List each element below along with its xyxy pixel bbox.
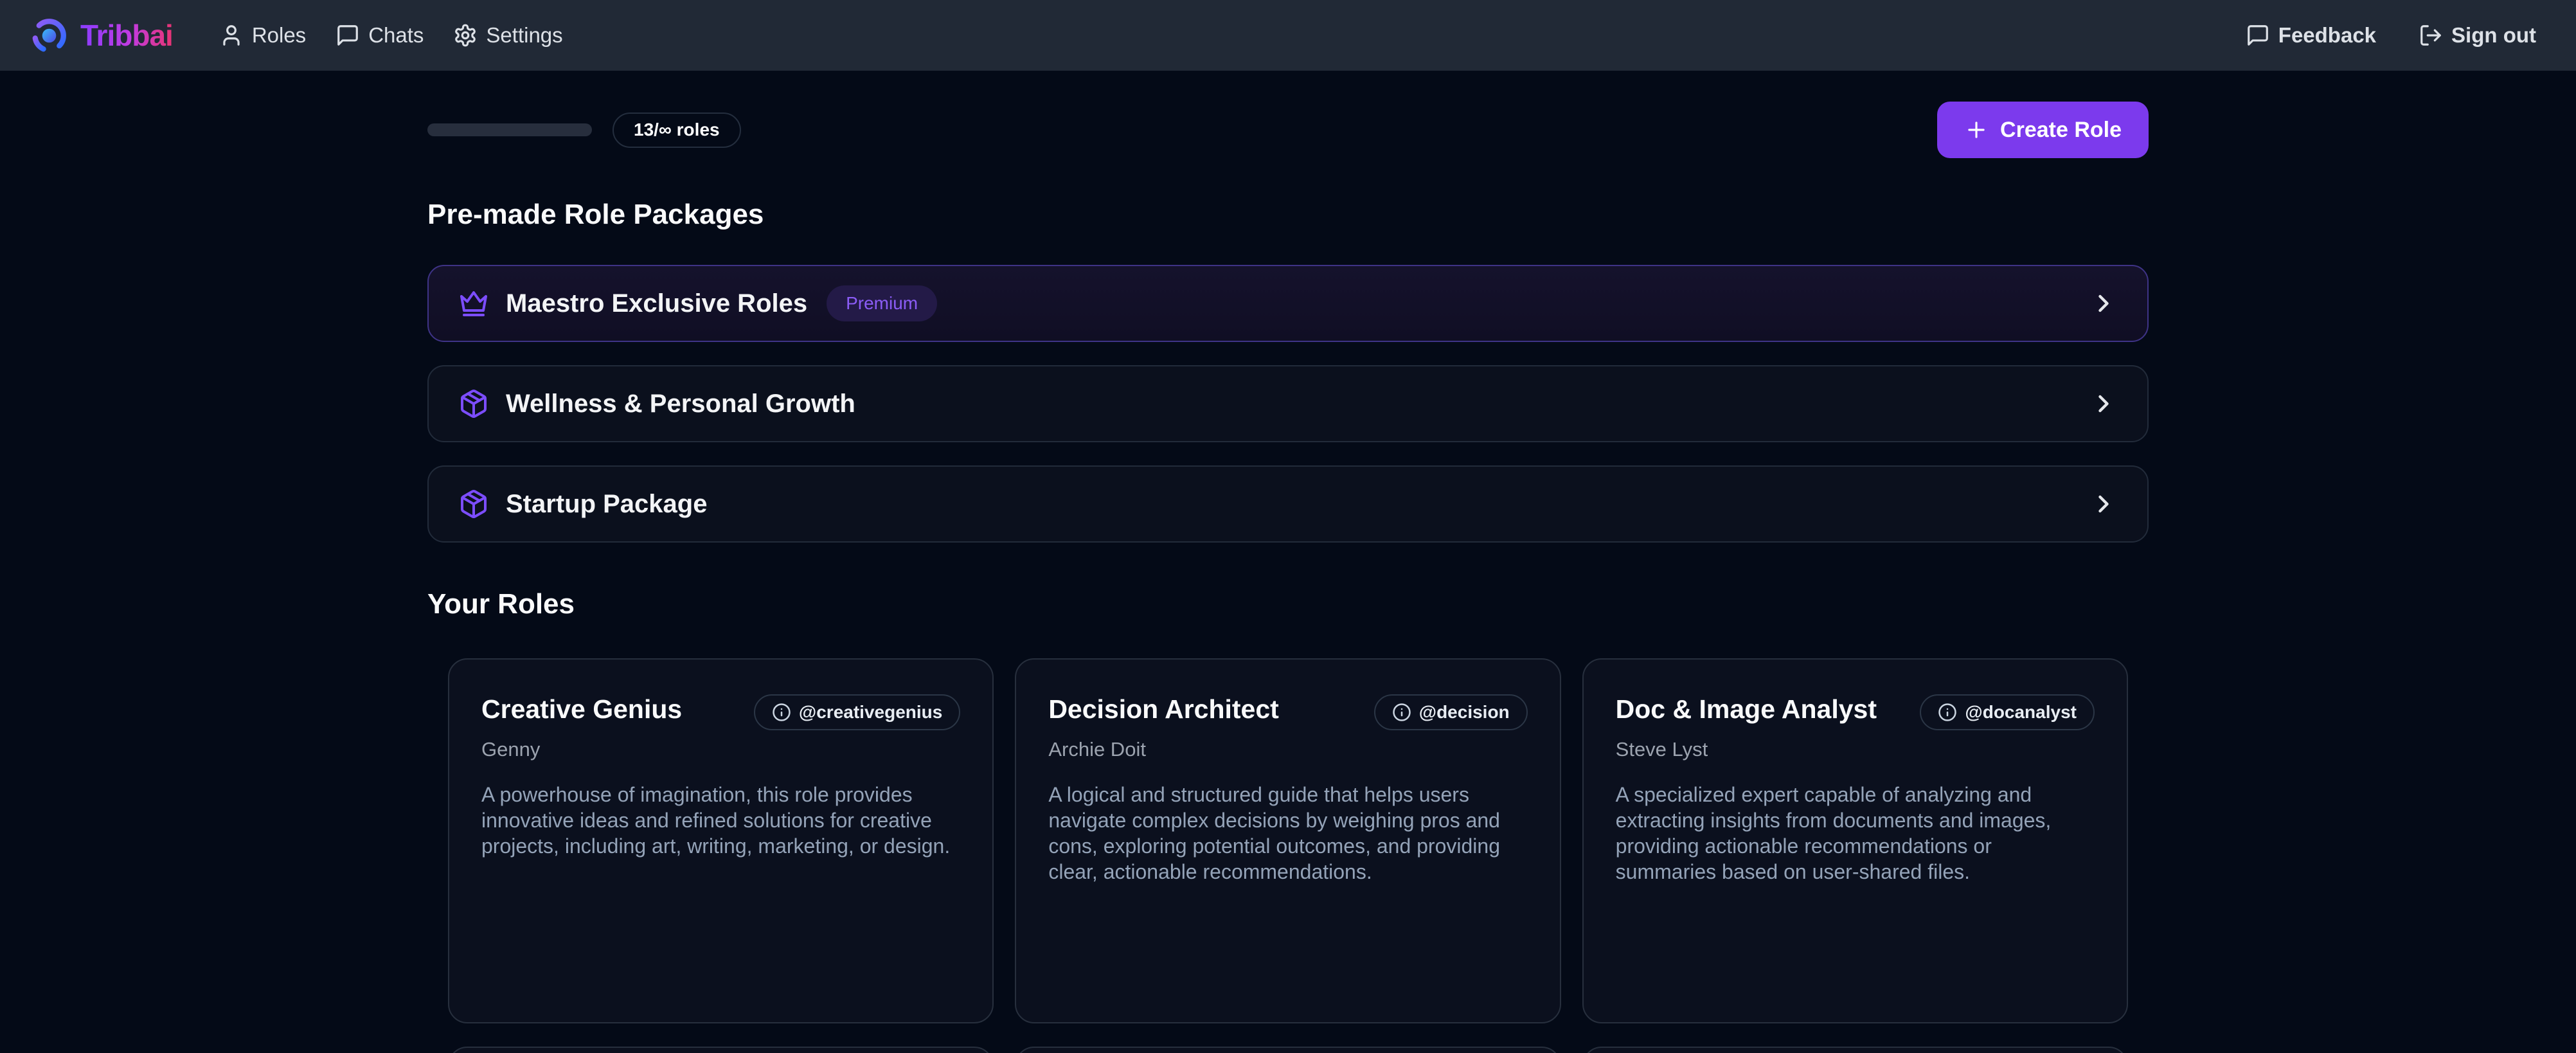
plus-icon	[1964, 118, 1989, 142]
create-role-label: Create Role	[2000, 118, 2122, 143]
role-card-partial[interactable]	[1015, 1047, 1561, 1053]
roles-toolbar: 13/∞ roles Create Role	[427, 102, 2149, 158]
role-card-partial[interactable]	[1582, 1047, 2128, 1053]
chat-icon	[335, 23, 360, 48]
nav-item-chats[interactable]: Chats	[335, 23, 424, 48]
package-title: Startup Package	[506, 490, 707, 519]
chat-icon	[2246, 23, 2270, 48]
role-card-subtitle: Archie Doit	[1048, 738, 1527, 761]
role-card-description: A specialized expert capable of analyzin…	[1616, 782, 2095, 885]
package-title: Maestro Exclusive Roles	[506, 289, 807, 318]
role-card-subtitle: Genny	[481, 738, 960, 761]
role-card-doc-image-analyst[interactable]: Doc & Image Analyst @docanalyst Steve Ly…	[1582, 658, 2128, 1023]
sign-out-button[interactable]: Sign out	[2419, 23, 2536, 48]
brand[interactable]: Tribbai	[30, 16, 173, 55]
your-roles-heading: Your Roles	[427, 590, 2149, 618]
nav-item-label: Settings	[486, 23, 562, 48]
role-card-partial[interactable]	[448, 1047, 994, 1053]
roles-count-badge: 13/∞ roles	[613, 113, 741, 148]
role-handle: @creativegenius	[799, 702, 942, 723]
package-row-maestro[interactable]: Maestro Exclusive Roles Premium	[427, 265, 2149, 342]
role-card-creative-genius[interactable]: Creative Genius @creativegenius Genny A …	[448, 658, 994, 1023]
role-card-title: Decision Architect	[1048, 693, 1278, 726]
role-card-title: Creative Genius	[481, 693, 682, 726]
chevron-right-icon	[2089, 289, 2118, 318]
role-handle: @docanalyst	[1965, 702, 2077, 723]
tribbai-logo-icon	[30, 16, 69, 55]
main-content: 13/∞ roles Create Role Pre-made Role Pac…	[427, 102, 2149, 1053]
nav-item-roles[interactable]: Roles	[219, 23, 306, 48]
create-role-button[interactable]: Create Role	[1937, 102, 2149, 158]
role-handle-badge[interactable]: @creativegenius	[754, 694, 960, 730]
package-row-wellness[interactable]: Wellness & Personal Growth	[427, 365, 2149, 442]
role-card-description: A logical and structured guide that help…	[1048, 782, 1527, 885]
role-card-decision-architect[interactable]: Decision Architect @decision Archie Doit…	[1015, 658, 1561, 1023]
feedback-button[interactable]: Feedback	[2246, 23, 2376, 48]
package-title: Wellness & Personal Growth	[506, 390, 855, 419]
role-cards-grid: Creative Genius @creativegenius Genny A …	[448, 658, 2128, 1053]
package-list: Maestro Exclusive Roles Premium Wellness…	[427, 265, 2149, 543]
role-handle-badge[interactable]: @docanalyst	[1920, 694, 2095, 730]
nav-item-settings[interactable]: Settings	[453, 23, 562, 48]
gear-icon	[453, 23, 478, 48]
package-row-startup[interactable]: Startup Package	[427, 465, 2149, 543]
roles-progress-bar	[427, 123, 592, 136]
brand-title: Tribbai	[80, 18, 173, 53]
info-icon	[1392, 703, 1411, 722]
nav-item-label: Chats	[368, 23, 424, 48]
role-card-description: A powerhouse of imagination, this role p…	[481, 782, 960, 859]
info-icon	[772, 703, 791, 722]
crown-icon	[458, 288, 489, 319]
chevron-right-icon	[2089, 490, 2118, 518]
role-card-title: Doc & Image Analyst	[1616, 693, 1877, 726]
packages-heading: Pre-made Role Packages	[427, 201, 2149, 229]
role-handle-badge[interactable]: @decision	[1374, 694, 1528, 730]
nav-item-label: Roles	[252, 23, 306, 48]
package-icon	[458, 388, 489, 419]
sign-out-icon	[2419, 23, 2443, 48]
package-icon	[458, 489, 489, 519]
top-navbar: Tribbai Roles Chats Settings	[0, 0, 2576, 71]
role-card-subtitle: Steve Lyst	[1616, 738, 2095, 761]
user-icon	[219, 23, 244, 48]
role-handle: @decision	[1419, 702, 1510, 723]
feedback-label: Feedback	[2278, 23, 2376, 48]
sign-out-label: Sign out	[2451, 23, 2536, 48]
premium-badge: Premium	[827, 285, 937, 321]
chevron-right-icon	[2089, 390, 2118, 418]
info-icon	[1938, 703, 1957, 722]
